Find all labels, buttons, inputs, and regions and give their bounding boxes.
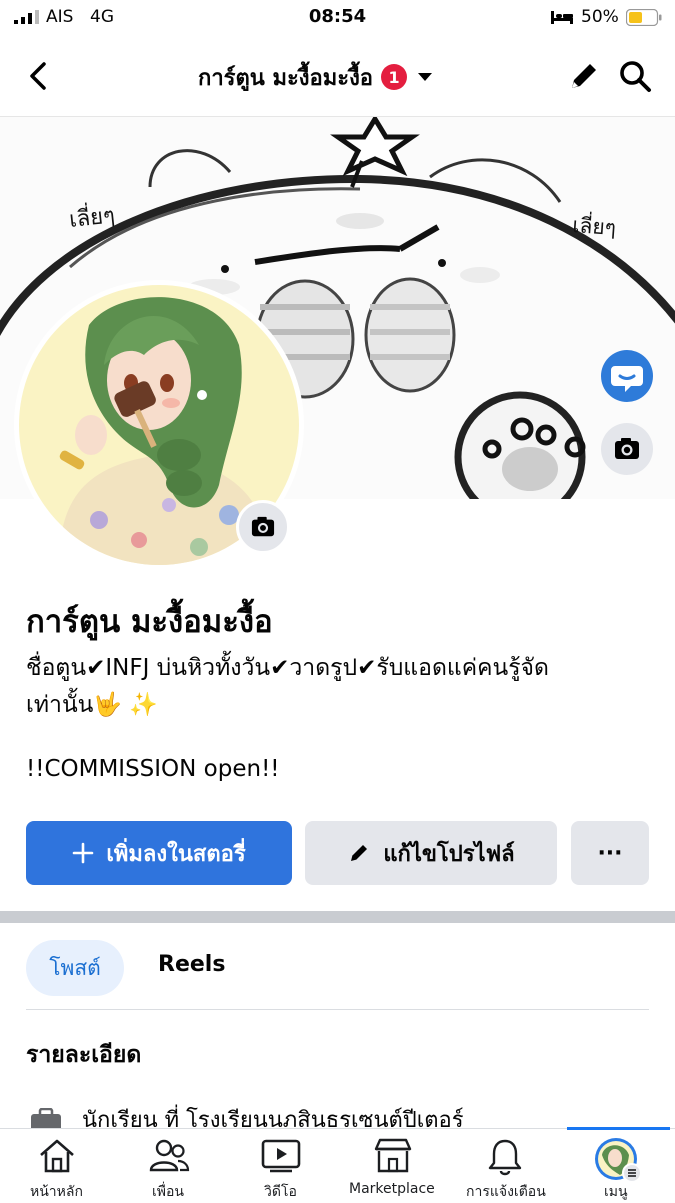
bottom-tab-bar: หน้าหลัก เพื่อน วิดีโอ Marketplace การแจ… [0,1127,675,1201]
profile-top-nav: การ์ตูน มะงื้อมะงื้อ 1 [0,44,675,108]
camera-icon [615,438,639,459]
section-divider [0,911,675,923]
add-to-story-label: เพิ่มลงในสตอรี่ [106,841,246,867]
menu-avatar-icon [595,1138,642,1183]
bed-icon [551,11,573,24]
tab-posts-label: โพสต์ [49,955,101,980]
battery-icon [626,9,662,26]
tab-marketplace-label: Marketplace [349,1181,435,1197]
tab-marketplace[interactable]: Marketplace [336,1129,448,1201]
pencil-icon [351,845,368,861]
tab-friends[interactable]: เพื่อน [112,1129,224,1201]
commission-text: !!COMMISSION open!! [26,756,280,782]
tab-notifications[interactable]: การแจ้งเตือน [448,1129,560,1201]
edit-profile-button[interactable]: แก้ไขโปรไฟล์ [305,821,557,885]
avatar-camera-button[interactable] [236,500,290,554]
marketplace-icon [374,1138,412,1173]
profile-name: การ์ตูน มะงื้อมะงื้อ [26,604,273,640]
video-icon [261,1139,301,1173]
edit-profile-label: แก้ไขโปรไฟล์ [383,841,515,867]
messenger-button[interactable] [601,350,653,402]
chat-bubble-icon [611,366,643,392]
tab-menu[interactable]: เมนู [560,1129,675,1201]
bell-icon [488,1139,522,1176]
plus-icon [73,842,94,864]
tab-home[interactable]: หน้าหลัก [0,1129,112,1201]
home-icon [40,1139,74,1173]
nav-title: การ์ตูน มะงื้อมะงื้อ [198,65,374,91]
more-options-icon: ··· [597,840,623,866]
caret-down-icon [418,73,433,81]
bio-line: เท่านั้น🤟 ✨ [26,692,158,718]
search-icon[interactable] [616,58,656,94]
friends-icon [149,1139,190,1172]
notification-badge: 1 [381,64,408,90]
pencil-icon[interactable] [566,58,602,94]
profile-switcher[interactable]: การ์ตูน มะงื้อมะงื้อ 1 [198,60,433,94]
details-heading: รายละเอียด [26,1042,142,1068]
divider [26,1009,649,1010]
tab-posts[interactable]: โพสต์ [26,940,124,996]
camera-icon [251,516,275,537]
cover-camera-button[interactable] [601,423,653,475]
tab-reels[interactable]: Reels [158,952,225,977]
tab-video[interactable]: วิดีโอ [224,1129,336,1201]
bio-line: ชื่อตูน✔INFJ บ่นหิวทั้งวัน✔วาดรูป✔รับแอด… [26,655,549,681]
battery-percent: 50% [581,7,619,27]
status-bar: AIS 4G 08:54 50% [0,0,675,36]
profile-bio: ชื่อตูน✔INFJ บ่นหิวทั้งวัน✔วาดรูป✔รับแอด… [26,650,656,724]
more-options-button[interactable]: ··· [571,821,649,885]
add-to-story-button[interactable]: เพิ่มลงในสตอรี่ [26,821,292,885]
back-arrow-icon[interactable] [22,58,54,94]
